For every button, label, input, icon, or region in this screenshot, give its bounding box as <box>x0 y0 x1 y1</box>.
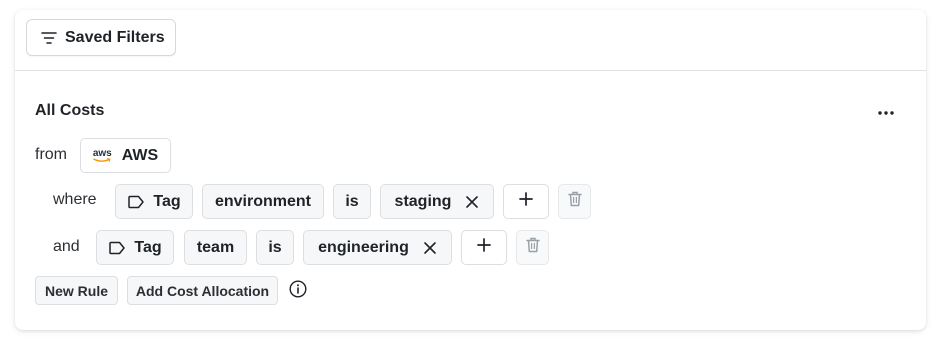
info-icon <box>289 279 307 303</box>
filter-lines-icon <box>41 31 57 45</box>
info-button[interactable] <box>288 279 308 303</box>
rule-connector: where <box>53 191 97 208</box>
add-cost-allocation-button[interactable]: Add Cost Allocation <box>127 276 278 305</box>
new-rule-button[interactable]: New Rule <box>35 276 118 305</box>
rule-value-label: staging <box>394 192 452 210</box>
rule-operator-chip[interactable]: is <box>256 230 294 265</box>
provider-chip-aws[interactable]: aws AWS <box>80 138 171 173</box>
saved-filters-button[interactable]: Saved Filters <box>26 19 176 56</box>
delete-rule-button[interactable] <box>516 230 549 265</box>
from-label: from <box>35 146 67 163</box>
card-header: Saved Filters <box>15 10 926 71</box>
rule-value-chip[interactable]: engineering <box>303 230 452 265</box>
plus-icon <box>519 192 533 211</box>
rule-type-chip[interactable]: Tag <box>115 184 193 219</box>
saved-filters-label: Saved Filters <box>65 28 165 46</box>
add-condition-button[interactable] <box>503 184 549 219</box>
tag-icon <box>108 241 126 255</box>
aws-logo-icon: aws <box>93 148 112 163</box>
remove-value-icon[interactable] <box>423 241 437 255</box>
rule-type-chip[interactable]: Tag <box>96 230 174 265</box>
add-condition-button[interactable] <box>461 230 507 265</box>
trash-icon <box>567 191 582 212</box>
section-title: All Costs <box>35 102 105 119</box>
plus-icon <box>477 238 491 257</box>
provider-label: AWS <box>121 146 159 164</box>
trash-icon <box>525 237 540 258</box>
rule-type-label: Tag <box>153 192 181 210</box>
tag-icon <box>127 195 145 209</box>
rule-key-chip[interactable]: environment <box>202 184 324 219</box>
rule-connector: and <box>53 238 80 255</box>
rule-value-chip[interactable]: staging <box>380 184 494 219</box>
cost-filter-card: Saved Filters All Costs from aws AWS whe… <box>15 10 926 330</box>
more-options-button[interactable] <box>873 98 899 124</box>
rule-operator-chip[interactable]: is <box>333 184 371 219</box>
rule-value-label: engineering <box>318 238 409 256</box>
delete-rule-button[interactable] <box>558 184 591 219</box>
rule-key-chip[interactable]: team <box>184 230 247 265</box>
remove-value-icon[interactable] <box>465 195 479 209</box>
rule-type-label: Tag <box>134 238 162 256</box>
more-horizontal-icon <box>878 102 894 120</box>
